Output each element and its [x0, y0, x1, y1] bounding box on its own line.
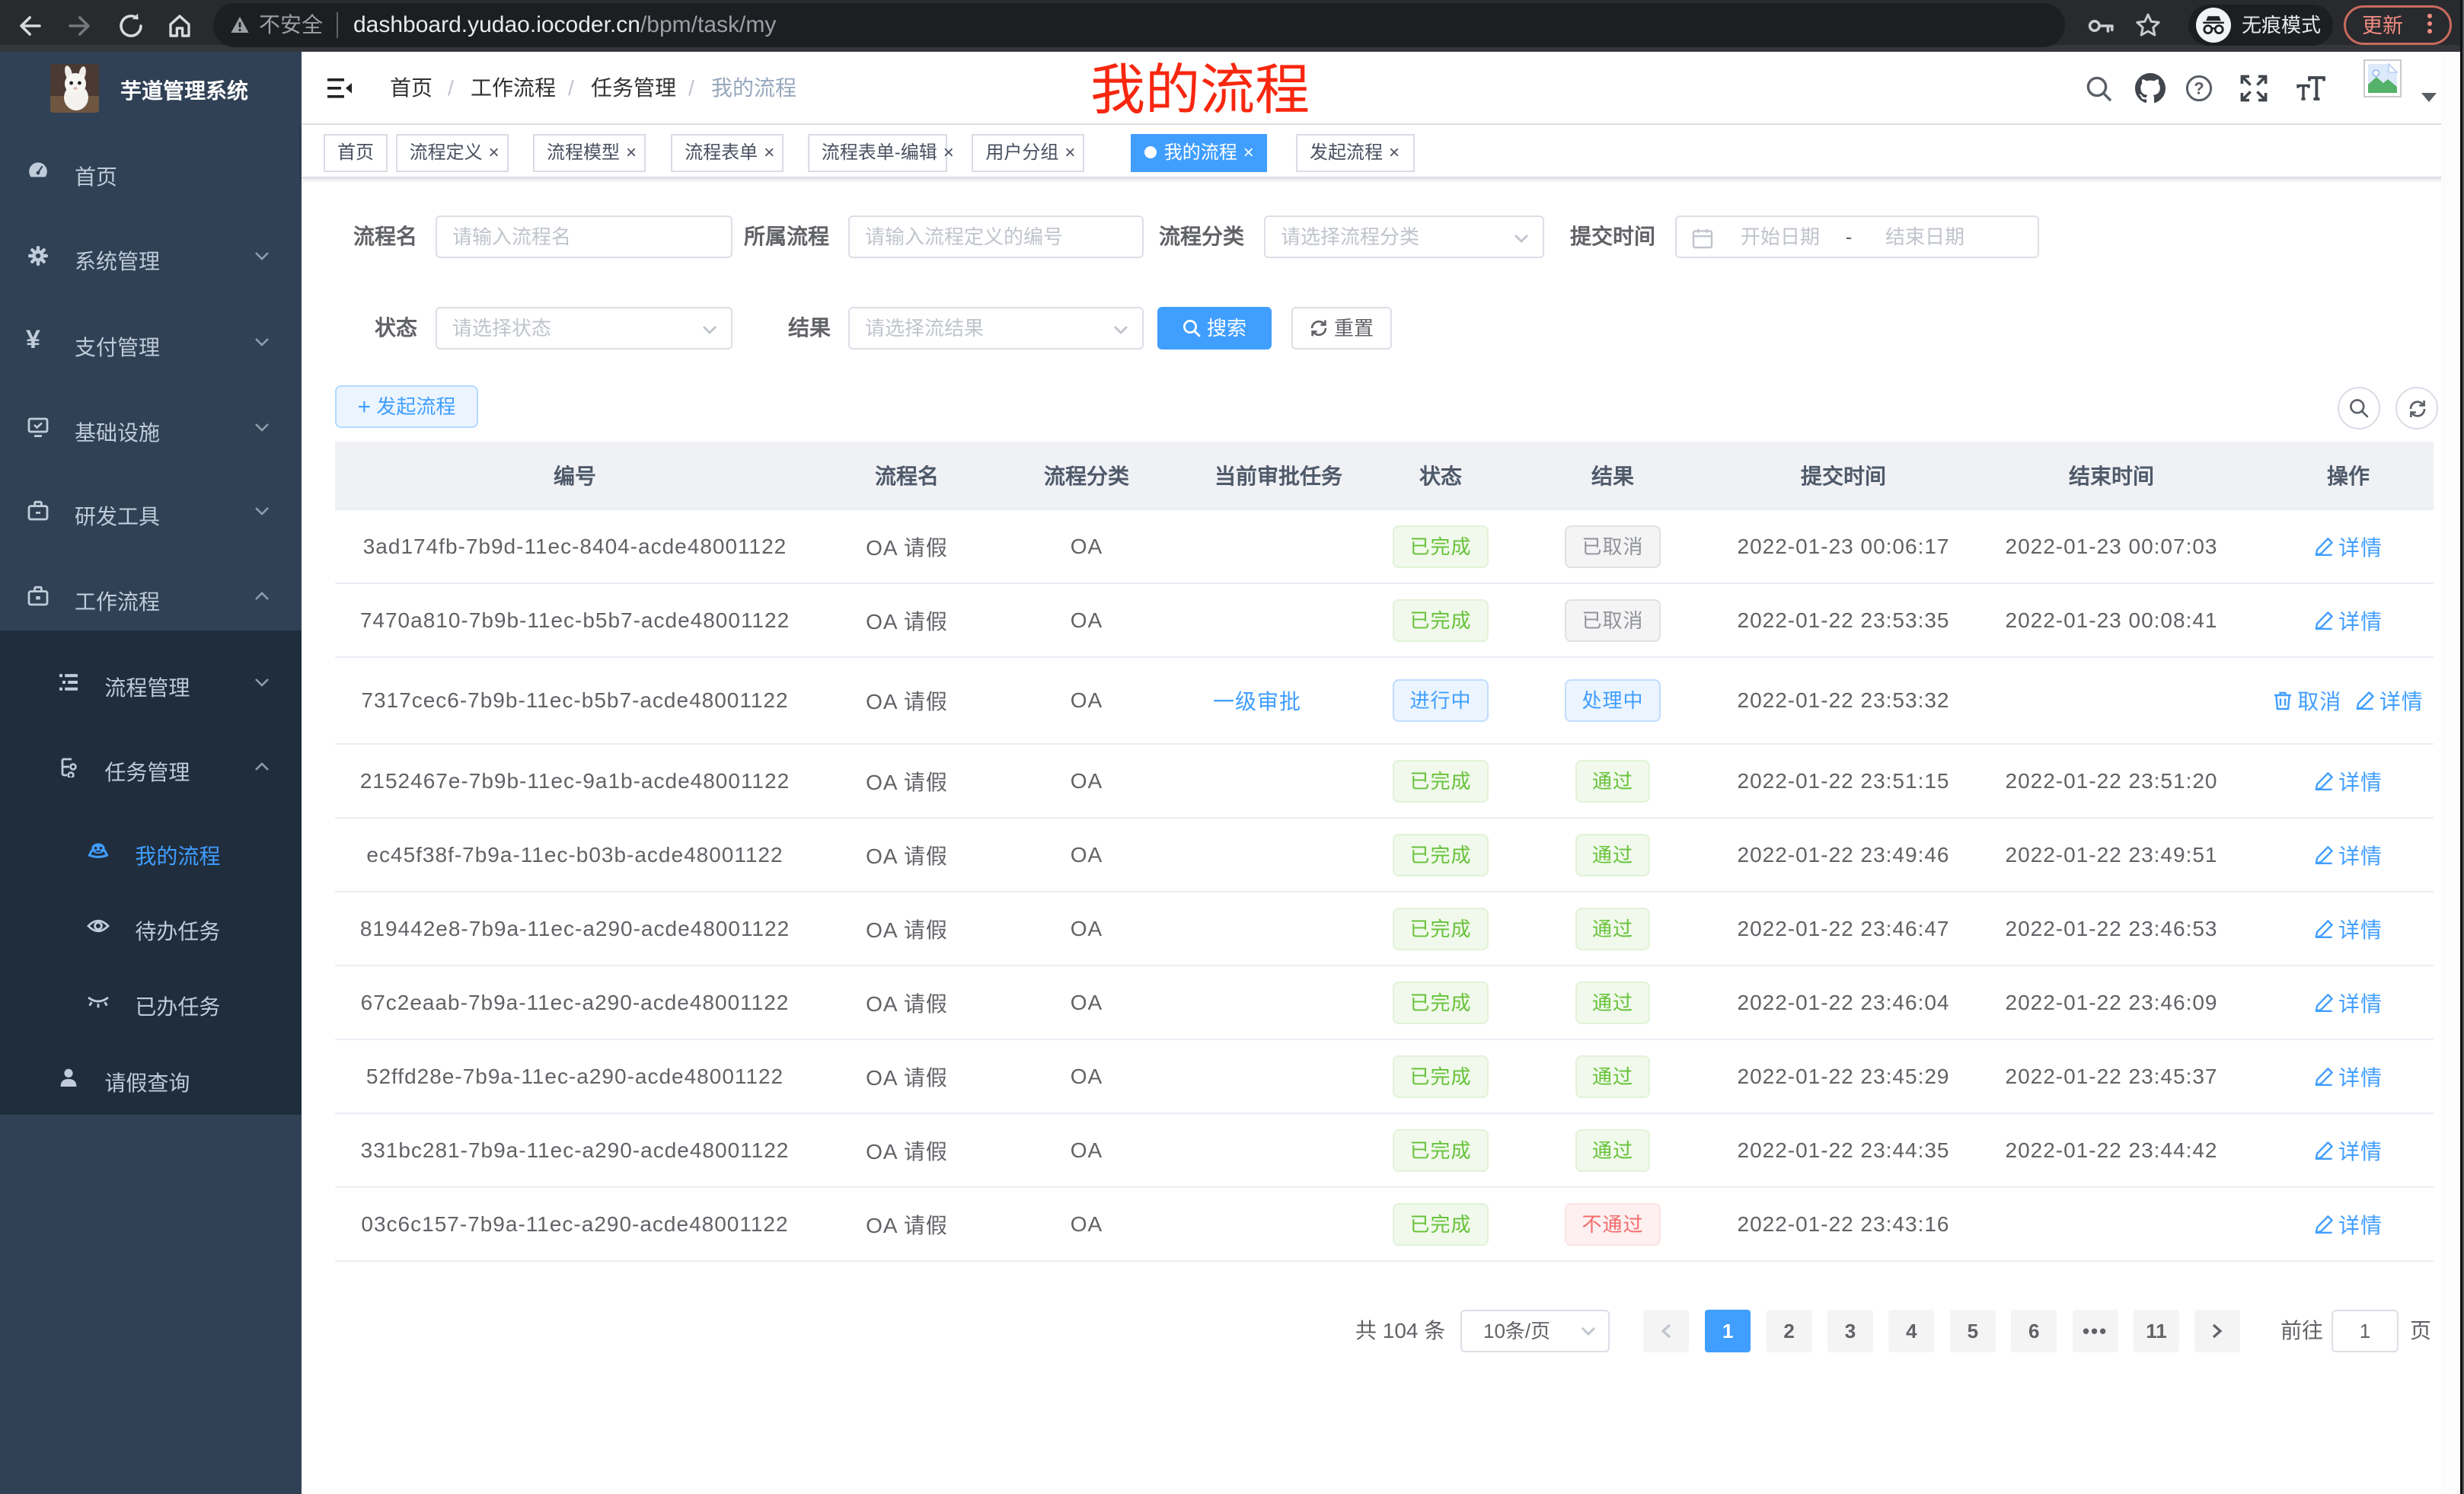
- svg-text:?: ?: [2194, 79, 2204, 98]
